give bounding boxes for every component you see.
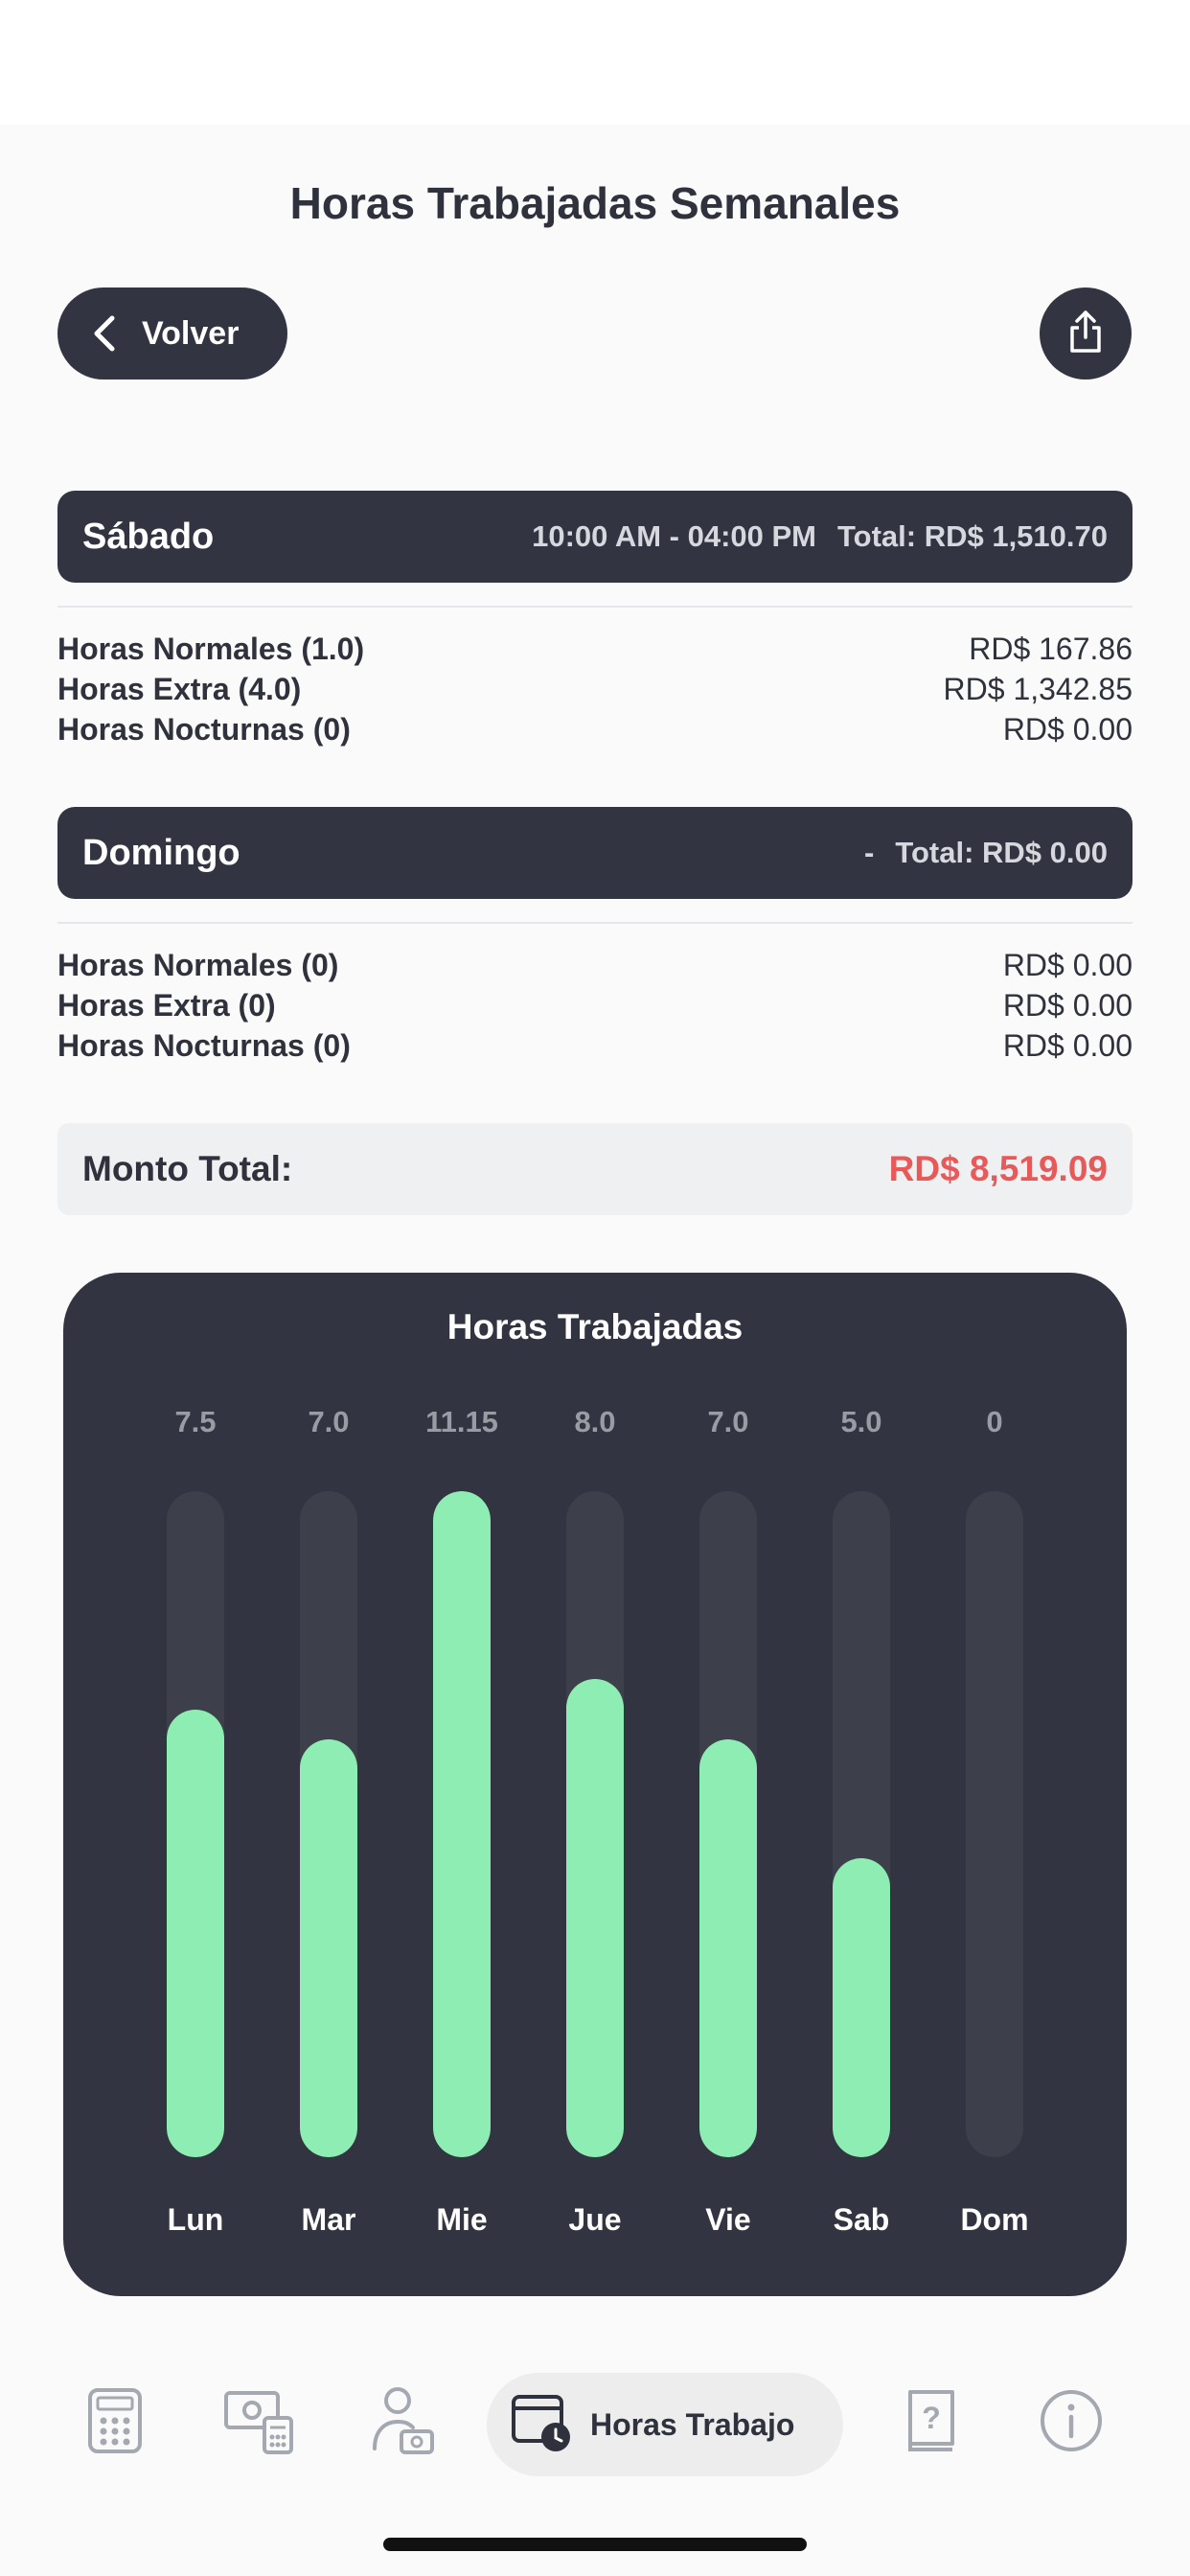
bar — [566, 1679, 624, 2157]
x-tick-label: Vie — [705, 2202, 751, 2237]
x-tick-label: Lun — [167, 2202, 224, 2237]
bar-value-label: 0 — [986, 1405, 1003, 1438]
row-label: Horas Nocturnas (0) — [57, 711, 351, 747]
bar-track — [833, 1491, 890, 2157]
bar — [699, 1739, 757, 2157]
day-header-sabado: Sábado 10:00 AM - 04:00 PM Total: RD$ 1,… — [57, 491, 1133, 583]
day-header-domingo: Domingo - Total: RD$ 0.00 — [57, 807, 1133, 899]
bar — [833, 1858, 890, 2157]
total-amount-box: Monto Total: RD$ 8,519.09 — [57, 1123, 1133, 1215]
bar-value-label: 7.0 — [707, 1405, 749, 1438]
row-value: RD$ 1,342.85 — [943, 671, 1133, 706]
row-value: RD$ 167.86 — [969, 631, 1133, 666]
back-button-label: Volver — [142, 314, 240, 352]
row-label: Horas Nocturnas (0) — [57, 1027, 351, 1063]
day-time-range: - — [864, 836, 875, 869]
breakdown-row: Horas Normales (0) RD$ 0.00 — [57, 945, 1133, 985]
day-total: Total: RD$ 0.00 — [895, 836, 1108, 869]
share-button[interactable] — [1040, 288, 1132, 380]
tab-help[interactable]: ? — [893, 2384, 970, 2461]
row-label: Horas Extra (0) — [57, 987, 276, 1023]
breakdown-row: Horas Nocturnas (0) RD$ 0.00 — [57, 1025, 1133, 1066]
x-tick-label: Mar — [301, 2202, 356, 2237]
tab-label: Horas Trabajo — [590, 2406, 795, 2442]
x-tick-label: Sab — [833, 2202, 890, 2237]
chevron-left-icon — [77, 305, 134, 362]
bar — [433, 1491, 491, 2157]
row-label: Horas Extra (4.0) — [57, 671, 302, 706]
row-value: RD$ 0.00 — [1002, 1027, 1133, 1063]
tab-salary-calculator[interactable] — [220, 2384, 297, 2461]
tab-horas-trabajo[interactable]: Horas Trabajo — [487, 2373, 843, 2476]
row-value: RD$ 0.00 — [1002, 947, 1133, 982]
row-label: Horas Normales (0) — [57, 947, 339, 982]
money-calculator-icon — [222, 2387, 295, 2459]
back-button[interactable]: Volver — [57, 288, 287, 380]
breakdown-row: Horas Extra (4.0) RD$ 1,342.85 — [57, 669, 1133, 709]
row-label: Horas Normales (1.0) — [57, 631, 365, 666]
x-tick-label: Dom — [960, 2202, 1029, 2237]
bar — [300, 1739, 357, 2157]
bar-track — [966, 1491, 1023, 2157]
person-money-icon — [369, 2385, 436, 2461]
bar-track — [300, 1491, 357, 2157]
hours-chart: Horas Trabajadas 7.5 Lun 7.0 Mar 11.15 Mie 8.0… — [63, 1273, 1127, 2296]
calendar-clock-icon — [510, 2391, 573, 2459]
breakdown-row: Horas Nocturnas (0) RD$ 0.00 — [57, 709, 1133, 749]
day-breakdown-sabado: Horas Normales (1.0) RD$ 167.86 Horas Ex… — [57, 629, 1133, 749]
day-name: Domingo — [82, 832, 240, 873]
divider — [57, 922, 1133, 924]
info-icon — [1038, 2387, 1105, 2459]
x-tick-label: Jue — [568, 2202, 622, 2237]
home-indicator — [383, 2538, 807, 2551]
calculator-icon — [86, 2386, 144, 2460]
share-icon — [1064, 309, 1107, 359]
bar-value-label: 7.5 — [174, 1405, 217, 1438]
bar-value-label: 7.0 — [308, 1405, 350, 1438]
status-bar-area — [0, 0, 1190, 125]
row-value: RD$ 0.00 — [1002, 987, 1133, 1023]
total-value: RD$ 8,519.09 — [888, 1149, 1108, 1188]
row-value: RD$ 0.00 — [1002, 711, 1133, 747]
day-name: Sábado — [82, 516, 215, 557]
chart-title: Horas Trabajadas — [446, 1307, 744, 1346]
page-title: Horas Trabajadas Semanales — [289, 178, 901, 228]
day-total: Total: RD$ 1,510.70 — [837, 519, 1108, 553]
bar-track — [566, 1491, 624, 2157]
breakdown-row: Horas Extra (0) RD$ 0.00 — [57, 985, 1133, 1025]
day-time-range: 10:00 AM - 04:00 PM — [532, 519, 817, 553]
bar-value-label: 8.0 — [574, 1405, 616, 1438]
help-book-icon: ? — [903, 2386, 960, 2460]
x-tick-label: Mie — [436, 2202, 488, 2237]
tab-person-payments[interactable] — [364, 2384, 441, 2461]
day-breakdown-domingo: Horas Normales (0) RD$ 0.00 Horas Extra … — [57, 945, 1133, 1066]
breakdown-row: Horas Normales (1.0) RD$ 167.86 — [57, 629, 1133, 669]
bar-track — [167, 1491, 224, 2157]
total-label: Monto Total: — [82, 1149, 293, 1188]
svg-text:?: ? — [922, 2401, 941, 2435]
tab-calculator[interactable] — [77, 2384, 153, 2461]
bar-value-label: 11.15 — [425, 1405, 498, 1438]
bar — [167, 1710, 224, 2157]
tab-info[interactable] — [1033, 2384, 1110, 2461]
bar-track — [699, 1491, 757, 2157]
bar-value-label: 5.0 — [840, 1405, 882, 1438]
divider — [57, 606, 1133, 608]
bar-track — [433, 1491, 491, 2157]
